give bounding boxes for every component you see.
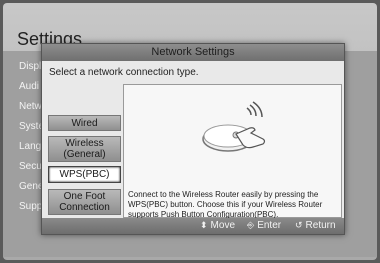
hint-move-label: Move [210,220,235,231]
option-one-foot-connection[interactable]: One Foot Connection [48,189,121,215]
menu-item-network[interactable]: Netw [19,101,42,112]
menu-item-general[interactable]: Gene [19,181,43,192]
menu-item-language[interactable]: Lang [19,141,41,152]
menu-item-audio[interactable]: Audi [19,81,39,92]
option-wired[interactable]: Wired [48,115,121,131]
option-info-panel: Connect to the Wireless Router easily by… [123,84,342,219]
option-wireless-general[interactable]: Wireless (General) [48,136,121,162]
dialog-footer: ⬍ Move ⎆ Enter ↺ Return [42,218,344,234]
enter-icon: ⎆ [247,220,255,230]
option-description: Connect to the Wireless Router easily by… [128,190,323,219]
hint-return-label: Return [305,220,336,231]
menu-item-security[interactable]: Secu [19,161,42,172]
up-down-arrow-icon: ⬍ [200,220,208,230]
menu-item-display[interactable]: Displ [19,61,41,72]
hint-return: ↺ Return [295,220,336,231]
hint-enter: ⎆ Enter [247,220,281,231]
hint-move: ⬍ Move [200,220,235,231]
option-wps-pbc[interactable]: WPS(PBC) [48,166,121,183]
network-settings-dialog: Network Settings Select a network connec… [41,43,345,235]
return-icon: ↺ [295,220,303,230]
hint-enter-label: Enter [257,220,282,231]
router-illustration-icon [202,101,266,152]
menu-item-support[interactable]: Supp [19,201,42,212]
dialog-title: Network Settings [42,44,344,61]
dialog-prompt: Select a network connection type. [49,67,199,78]
